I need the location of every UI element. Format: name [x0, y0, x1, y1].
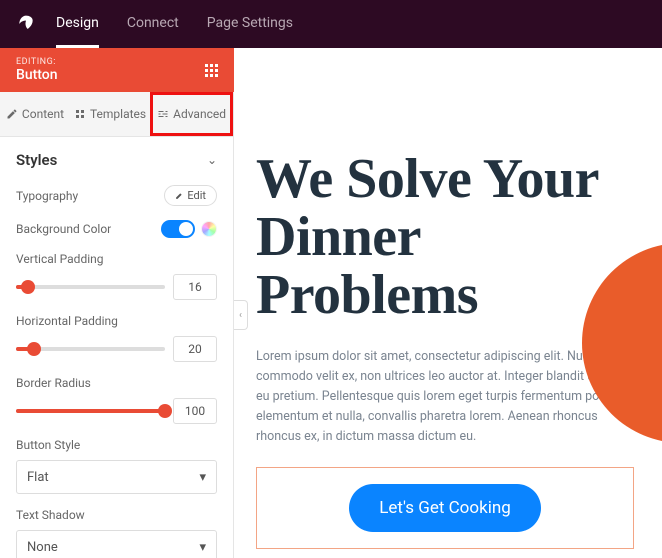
nav-tab-design[interactable]: Design [56, 0, 99, 48]
pencil-icon [6, 108, 18, 120]
pencil-icon [175, 191, 184, 200]
hpad-label: Horizontal Padding [16, 314, 217, 328]
tab-advanced[interactable]: Advanced [150, 92, 233, 136]
text-shadow-value: None [27, 540, 58, 555]
panel-title: Styles [16, 151, 57, 169]
text-shadow-select[interactable]: None ▾ [16, 530, 217, 558]
radius-input[interactable] [173, 398, 217, 424]
typography-label: Typography [16, 189, 78, 203]
button-style-group: Button Style Flat ▾ [16, 438, 217, 494]
headline: We Solve Your Dinner Problems [256, 150, 634, 325]
cta-selection-outline[interactable]: Let's Get Cooking [256, 467, 634, 549]
hpad-input[interactable] [173, 336, 217, 362]
cta-button[interactable]: Let's Get Cooking [349, 484, 541, 532]
background-label: Background Color [16, 222, 111, 236]
sidebar: EDITING: Button Content Templates Advanc… [0, 48, 234, 558]
styles-panel: Styles ⌄ Typography Edit Background Colo… [0, 137, 233, 558]
vertical-padding-group: Vertical Padding [16, 252, 217, 300]
editing-target: Button [16, 67, 58, 83]
editing-bar: EDITING: Button [0, 48, 234, 92]
radius-label: Border Radius [16, 376, 217, 390]
collapse-sidebar-handle[interactable]: ‹ [234, 300, 248, 330]
background-toggle[interactable] [161, 220, 195, 238]
background-row: Background Color [16, 220, 217, 238]
tab-templates-label: Templates [90, 107, 146, 121]
top-nav: Design Connect Page Settings [0, 0, 662, 48]
text-shadow-label: Text Shadow [16, 508, 217, 522]
text-shadow-group: Text Shadow None ▾ [16, 508, 217, 558]
leaf-logo-icon [16, 14, 36, 34]
nav-tab-page-settings[interactable]: Page Settings [207, 0, 293, 48]
vpad-input[interactable] [173, 274, 217, 300]
button-style-value: Flat [27, 470, 49, 485]
vpad-label: Vertical Padding [16, 252, 217, 266]
button-style-label: Button Style [16, 438, 217, 452]
grid-icon[interactable] [205, 64, 218, 77]
tab-content[interactable]: Content [0, 92, 70, 136]
styles-header[interactable]: Styles ⌄ [16, 151, 217, 169]
button-style-select[interactable]: Flat ▾ [16, 460, 217, 494]
typography-row: Typography Edit [16, 185, 217, 206]
chevron-down-icon: ⌄ [207, 153, 217, 167]
typography-edit-button[interactable]: Edit [164, 185, 217, 206]
templates-icon [74, 108, 86, 120]
tab-content-label: Content [22, 107, 64, 121]
horizontal-padding-group: Horizontal Padding [16, 314, 217, 362]
color-picker-icon[interactable] [201, 221, 217, 237]
tab-templates[interactable]: Templates [70, 92, 150, 136]
section-tabs: Content Templates Advanced [0, 92, 233, 137]
nav-tab-connect[interactable]: Connect [127, 0, 179, 48]
vpad-slider[interactable] [16, 285, 165, 289]
body-text: Lorem ipsum dolor sit amet, consectetur … [256, 347, 634, 447]
editing-label: EDITING: [16, 57, 58, 67]
border-radius-group: Border Radius [16, 376, 217, 424]
radius-slider[interactable] [16, 409, 165, 413]
tab-advanced-label: Advanced [173, 107, 226, 121]
nav-tabs: Design Connect Page Settings [56, 0, 293, 48]
hpad-slider[interactable] [16, 347, 165, 351]
chevron-down-icon: ▾ [199, 540, 206, 555]
canvas: We Solve Your Dinner Problems Lorem ipsu… [234, 48, 662, 558]
edit-label: Edit [187, 189, 206, 202]
sliders-icon [157, 108, 169, 120]
chevron-down-icon: ▾ [199, 470, 206, 485]
